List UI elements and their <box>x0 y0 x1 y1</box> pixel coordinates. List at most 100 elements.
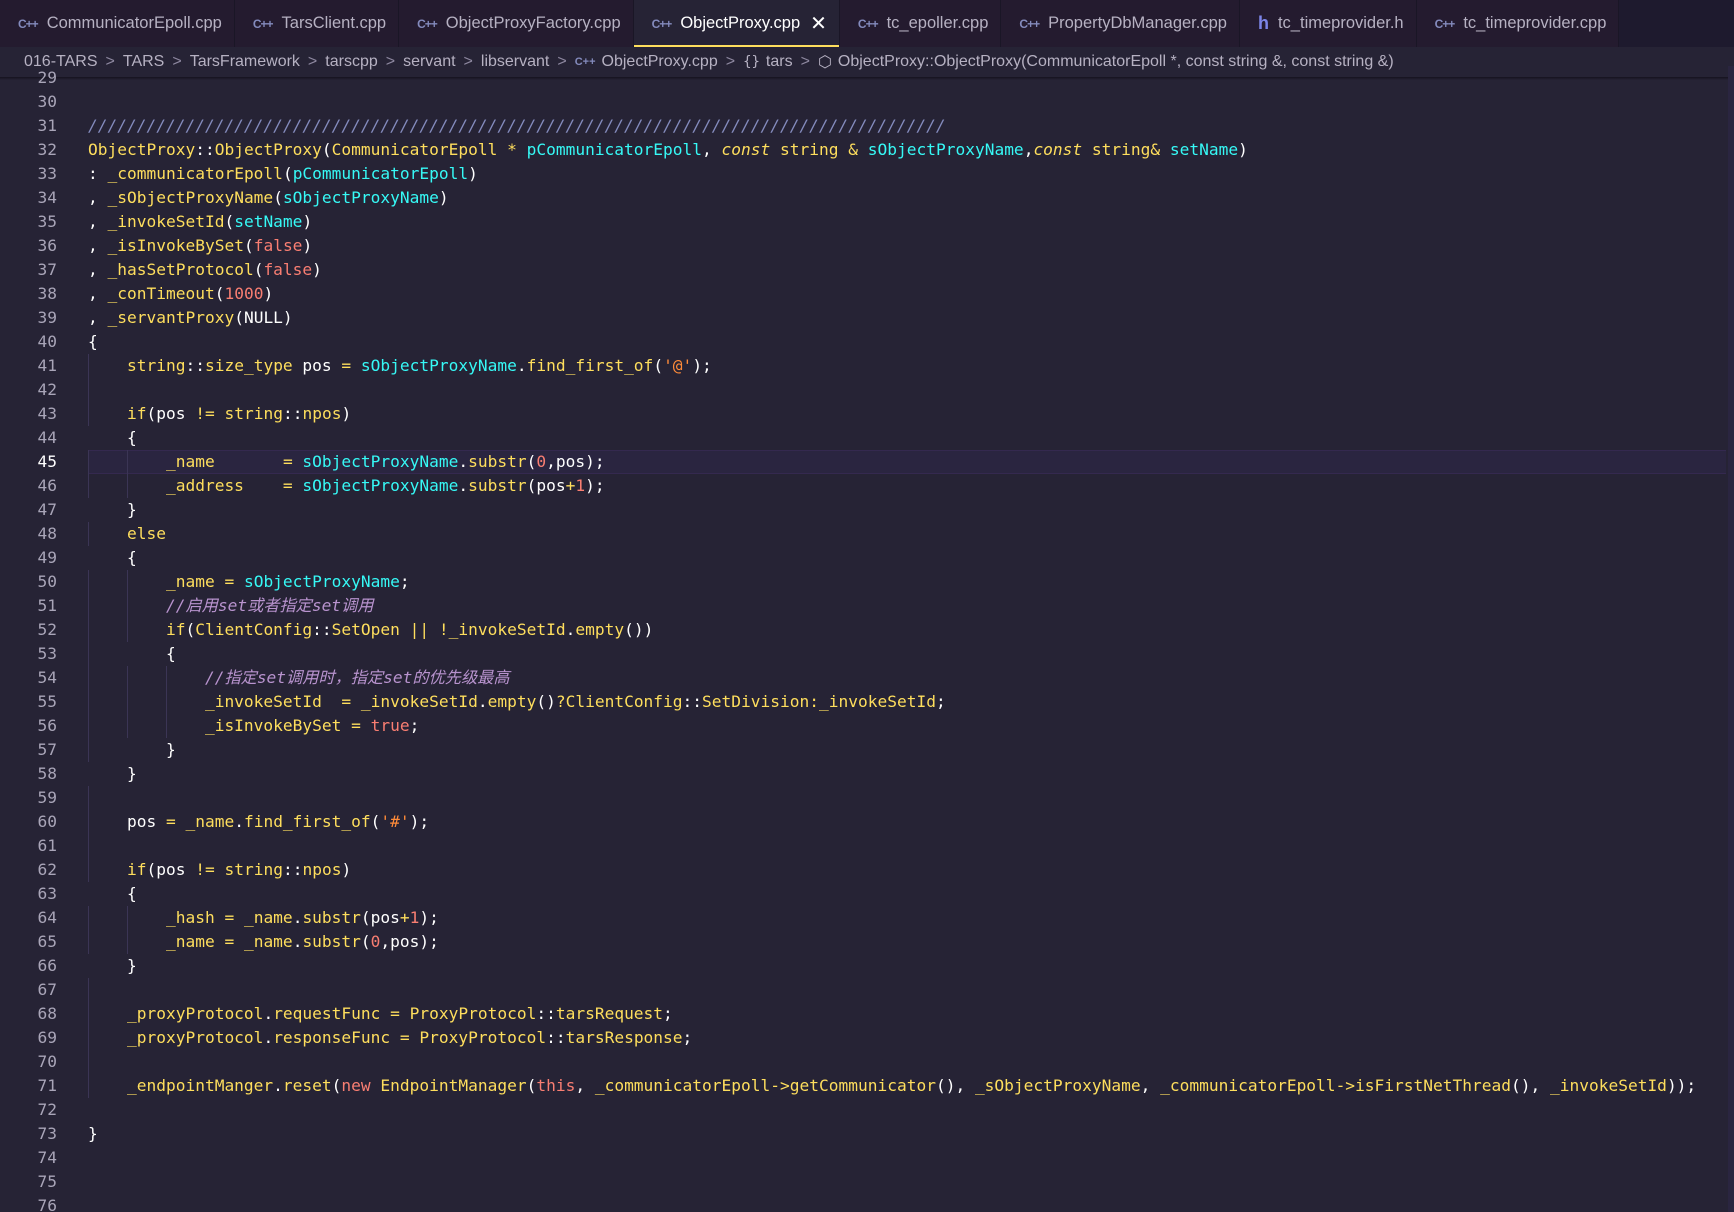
code-line[interactable]: 69 _proxyProtocol.responseFunc = ProxyPr… <box>0 1026 1734 1050</box>
code-token: , <box>88 260 108 279</box>
editor-tab[interactable]: C++ tc_timeprovider.cpp <box>1416 0 1620 47</box>
code-line[interactable]: 65 _name = _name.substr(0,pos); <box>0 930 1734 954</box>
code-line[interactable]: 64 _hash = _name.substr(pos+1); <box>0 906 1734 930</box>
editor-tab[interactable]: h tc_timeprovider.h <box>1239 0 1417 47</box>
code-line[interactable]: 60 pos = _name.find_first_of('#'); <box>0 810 1734 834</box>
code-token: ( <box>224 212 235 231</box>
line-number: 35 <box>37 212 58 231</box>
indent-guide <box>88 834 89 858</box>
line-number: 48 <box>37 524 58 543</box>
indent-guide <box>88 858 89 882</box>
code-line[interactable]: 47 } <box>0 498 1734 522</box>
code-text: , _conTimeout(1000) <box>88 282 273 306</box>
code-editor[interactable]: 29 30 31 //////////////////////////////////… <box>0 66 1734 1212</box>
code-line[interactable]: 55 _invokeSetId = _invokeSetId.empty()?C… <box>0 690 1734 714</box>
code-line[interactable]: 35, _invokeSetId(setName) <box>0 210 1734 234</box>
code-line[interactable]: 43 if(pos != string::npos) <box>0 402 1734 426</box>
code-line[interactable]: 41 string::size_type pos = sObjectProxyN… <box>0 354 1734 378</box>
code-line[interactable]: 33: _communicatorEpoll(pCommunicatorEpol… <box>0 162 1734 186</box>
code-line[interactable]: 72 <box>0 1098 1734 1122</box>
code-line[interactable]: 68 _proxyProtocol.requestFunc = ProxyPro… <box>0 1002 1734 1026</box>
code-token: _invokeSetId <box>88 692 322 711</box>
code-line[interactable]: 73} <box>0 1122 1734 1146</box>
code-line[interactable]: 66 } <box>0 954 1734 978</box>
code-line[interactable]: 58 } <box>0 762 1734 786</box>
code-text: if(ClientConfig::SetOpen || !_invokeSetI… <box>88 618 653 642</box>
line-number: 65 <box>37 932 58 951</box>
code-line[interactable]: 46 _address = sObjectProxyName.substr(po… <box>0 474 1734 498</box>
line-number: 44 <box>37 428 58 447</box>
code-token: { <box>88 884 137 903</box>
current-code-line[interactable]: 45 _name = sObjectProxyName.substr(0,pos… <box>0 450 1734 474</box>
code-token: _invokeSetId <box>351 692 478 711</box>
editor-tab[interactable]: C++ TarsClient.cpp <box>234 0 400 47</box>
code-line[interactable]: 48 else <box>0 522 1734 546</box>
code-token: , <box>88 188 108 207</box>
code-token: ) <box>438 188 449 207</box>
code-line[interactable]: 36, _isInvokeBySet(false) <box>0 234 1734 258</box>
code-line[interactable]: 62 if(pos != string::npos) <box>0 858 1734 882</box>
code-line[interactable]: 37, _hasSetProtocol(false) <box>0 258 1734 282</box>
code-line[interactable]: 31 //////////////////////////////////////… <box>0 114 1734 138</box>
code-text: } <box>88 1122 98 1146</box>
code-token: ClientConfig <box>195 620 313 639</box>
cpp-file-icon: C++ <box>417 16 438 31</box>
code-line[interactable]: 74 <box>0 1146 1734 1170</box>
code-line[interactable]: 50 _name = sObjectProxyName; <box>0 570 1734 594</box>
code-line[interactable]: 53 { <box>0 642 1734 666</box>
code-line[interactable]: 71 _endpointManger.reset(new EndpointMan… <box>0 1074 1734 1098</box>
code-line[interactable]: 34, _sObjectProxyName(sObjectProxyName) <box>0 186 1734 210</box>
code-line[interactable]: 39, _servantProxy(NULL) <box>0 306 1734 330</box>
code-line[interactable]: 67 <box>0 978 1734 1002</box>
code-line[interactable]: 75 <box>0 1170 1734 1194</box>
code-token: ( <box>243 236 254 255</box>
code-line[interactable]: 70 <box>0 1050 1734 1074</box>
code-line[interactable]: 51 //启用set或者指定set调用 <box>0 594 1734 618</box>
code-token: '@' <box>663 356 693 375</box>
code-line[interactable]: 52 if(ClientConfig::SetOpen || !_invokeS… <box>0 618 1734 642</box>
code-token: false <box>263 260 313 279</box>
close-tab-icon[interactable]: ✕ <box>810 14 827 34</box>
code-token: ) <box>302 236 313 255</box>
tab-label: tc_epoller.cpp <box>886 14 989 32</box>
editor-tab[interactable]: C++ ObjectProxy.cpp ✕ <box>633 0 840 47</box>
scrollbar-track[interactable] <box>1728 66 1734 1212</box>
code-line[interactable]: 56 _isInvokeBySet = true; <box>0 714 1734 738</box>
line-number: 37 <box>37 260 58 279</box>
code-line[interactable]: 54 //指定set调用时，指定set的优先级最高 <box>0 666 1734 690</box>
code-token: , <box>575 1076 595 1095</box>
line-number: 51 <box>37 596 58 615</box>
code-line[interactable]: 30 <box>0 90 1734 114</box>
code-token: const <box>1033 140 1083 159</box>
line-number: 74 <box>37 1148 58 1167</box>
code-line[interactable]: 63 { <box>0 882 1734 906</box>
editor-tab[interactable]: C++ tc_epoller.cpp <box>839 0 1002 47</box>
code-token: string <box>88 356 186 375</box>
code-line[interactable]: 40 { <box>0 330 1734 354</box>
code-line[interactable]: 38, _conTimeout(1000) <box>0 282 1734 306</box>
code-token: _invokeSetId <box>107 212 225 231</box>
code-token: _communicatorEpoll <box>594 1076 771 1095</box>
code-text: else <box>88 522 166 546</box>
code-line[interactable]: 76 <box>0 1194 1734 1212</box>
code-line[interactable]: 49 { <box>0 546 1734 570</box>
indent-guide <box>88 978 89 1002</box>
code-token: . <box>458 452 469 471</box>
code-line[interactable]: 61 <box>0 834 1734 858</box>
code-line[interactable]: 59 <box>0 786 1734 810</box>
editor-tab[interactable]: C++ ObjectProxyFactory.cpp <box>399 0 634 47</box>
code-token: //指定set调用时，指定set的优先级最高 <box>88 668 510 687</box>
code-line[interactable]: 32 ObjectProxy::ObjectProxy(CommunicatorE… <box>0 138 1734 162</box>
code-line[interactable]: 42 <box>0 378 1734 402</box>
code-token: _name <box>88 932 215 951</box>
code-line[interactable]: 44 { <box>0 426 1734 450</box>
indent-guide <box>88 786 89 810</box>
indent-guide <box>88 1074 89 1098</box>
code-line[interactable]: 57 } <box>0 738 1734 762</box>
editor-tab[interactable]: C++ PropertyDbManager.cpp <box>1001 0 1240 47</box>
indent-guide <box>127 594 128 618</box>
editor-tab[interactable]: C++ CommunicatorEpoll.cpp <box>0 0 235 47</box>
code-token: ProxyProtocol <box>399 1004 537 1023</box>
